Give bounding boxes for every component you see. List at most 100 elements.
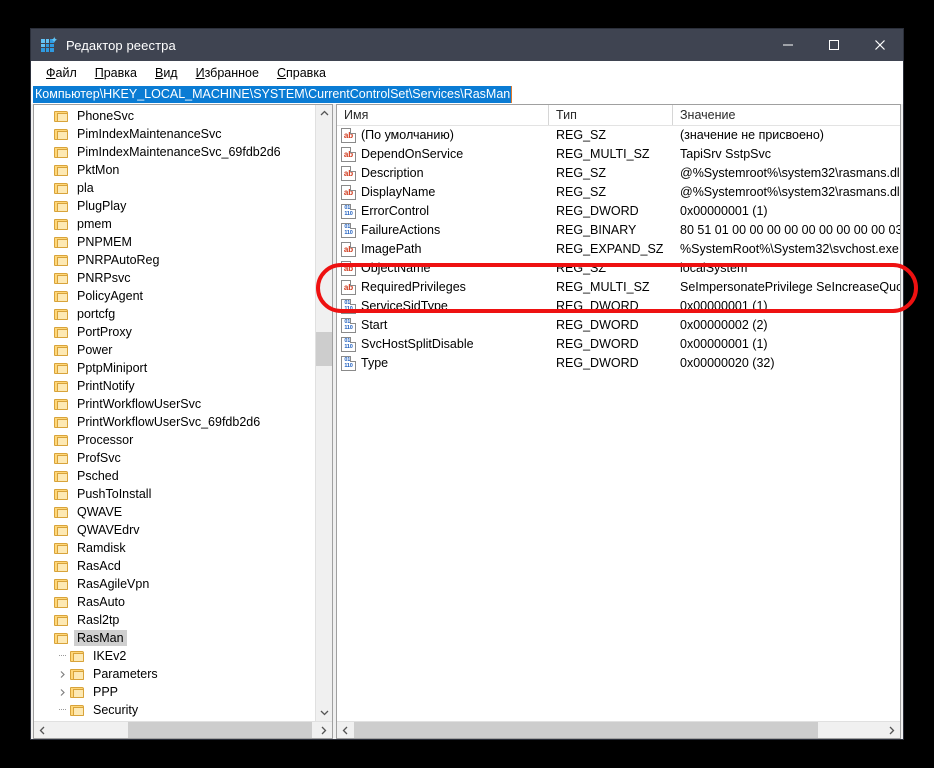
values-hscroll-thumb[interactable] [354,722,818,738]
tree-hscroll-thumb[interactable] [128,722,312,738]
menu-item-3[interactable]: Избранное [187,63,268,83]
folder-icon [54,506,69,519]
value-type-cell: REG_DWORD [549,298,673,315]
tree-item-rasman[interactable]: RasMan [34,629,315,647]
value-type-cell: REG_EXPAND_SZ [549,241,673,258]
tree-hscroll-track[interactable] [51,722,315,738]
tree-item-label: pla [74,180,97,196]
values-horizontal-scrollbar[interactable] [337,721,900,738]
tree-scroll-up-button[interactable] [316,105,332,122]
close-button[interactable] [857,29,903,61]
values-scroll-left-button[interactable] [337,722,354,738]
folder-icon [70,668,85,681]
value-row[interactable]: 011110FailureActionsREG_BINARY80 51 01 0… [337,221,900,240]
tree-horizontal-scrollbar[interactable] [34,721,332,738]
value-data-cell: 0x00000001 (1) [673,203,900,220]
column-header-name[interactable]: Имя [337,105,549,125]
tree-item-pimindexmaintenancesvc_69fdb2d6[interactable]: PimIndexMaintenanceSvc_69fdb2d6 [34,143,315,161]
folder-icon [54,488,69,501]
value-name-cell: abDependOnService [337,146,549,163]
tree-scroll-thumb[interactable] [316,332,332,366]
tree-item-printworkflowusersvc[interactable]: PrintWorkflowUserSvc [34,395,315,413]
tree-scroll-down-button[interactable] [316,704,332,721]
value-row[interactable]: abRequiredPrivilegesREG_MULTI_SZSeImpers… [337,278,900,297]
minimize-button[interactable] [765,29,811,61]
column-header-type[interactable]: Тип [549,105,673,125]
value-row[interactable]: 011110SvcHostSplitDisableREG_DWORD0x0000… [337,335,900,354]
tree-spacer [38,467,54,485]
value-row[interactable]: abDependOnServiceREG_MULTI_SZTapiSrv Sst… [337,145,900,164]
expand-arrow-icon[interactable] [54,665,70,683]
tree-item-rasagilevpn[interactable]: RasAgileVpn [34,575,315,593]
tree-item-pimindexmaintenancesvc[interactable]: PimIndexMaintenanceSvc [34,125,315,143]
menu-item-1[interactable]: Правка [86,63,146,83]
tree-item-power[interactable]: Power [34,341,315,359]
tree-scroll-track[interactable] [316,122,332,704]
tree-item-pnrpsvc[interactable]: PNRPsvc [34,269,315,287]
tree-item-rasl2tp[interactable]: Rasl2tp [34,611,315,629]
tree-spacer [38,395,54,413]
values-hscroll-track[interactable] [354,722,883,738]
tree-item-rasacd[interactable]: RasAcd [34,557,315,575]
tree-spacer [38,269,54,287]
tree-item-portcfg[interactable]: portcfg [34,305,315,323]
tree-item-rasauto[interactable]: RasAuto [34,593,315,611]
value-row[interactable]: abObjectNameREG_SZlocalSystem [337,259,900,278]
value-row[interactable]: 011110ServiceSidTypeREG_DWORD0x00000001 … [337,297,900,316]
tree-item-ikev2[interactable]: IKEv2 [34,647,315,665]
title-bar[interactable]: ✦ Редактор реестра [31,29,903,61]
address-path[interactable]: Компьютер\HKEY_LOCAL_MACHINE\SYSTEM\Curr… [33,86,512,103]
tree-item-qwavedrv[interactable]: QWAVEdrv [34,521,315,539]
tree-item-pptpminiport[interactable]: PptpMiniport [34,359,315,377]
tree-item-label: pmem [74,216,115,232]
value-row[interactable]: 011110TypeREG_DWORD0x00000020 (32) [337,354,900,373]
tree-item-psched[interactable]: Psched [34,467,315,485]
tree-item-printworkflowusersvc_69fdb2d6[interactable]: PrintWorkflowUserSvc_69fdb2d6 [34,413,315,431]
tree-item-label: PimIndexMaintenanceSvc_69fdb2d6 [74,144,284,160]
tree-item-parameters[interactable]: Parameters [34,665,315,683]
value-row[interactable]: 011110ErrorControlREG_DWORD0x00000001 (1… [337,202,900,221]
value-name-text: (По умолчанию) [361,127,454,144]
folder-icon [70,650,85,663]
value-row[interactable]: 011110StartREG_DWORD0x00000002 (2) [337,316,900,335]
tree-viewport[interactable]: PhoneSvcPimIndexMaintenanceSvcPimIndexMa… [34,105,315,721]
tree-item-phonesvc[interactable]: PhoneSvc [34,107,315,125]
maximize-button[interactable] [811,29,857,61]
tree-item-pla[interactable]: pla [34,179,315,197]
tree-scroll-right-button[interactable] [315,722,332,738]
tree-item-portproxy[interactable]: PortProxy [34,323,315,341]
tree-scroll-left-button[interactable] [34,722,51,738]
folder-icon [54,524,69,537]
menu-item-0[interactable]: Файл [37,63,86,83]
menu-item-4[interactable]: Справка [268,63,335,83]
tree-item-processor[interactable]: Processor [34,431,315,449]
registry-editor-window: ✦ Редактор реестра ФайлПравкаВидИзбранно… [30,28,904,740]
values-viewport[interactable]: ab(По умолчанию)REG_SZ(значение не присв… [337,126,900,721]
address-bar[interactable]: Компьютер\HKEY_LOCAL_MACHINE\SYSTEM\Curr… [31,85,903,104]
value-row[interactable]: abDisplayNameREG_SZ@%Systemroot%\system3… [337,183,900,202]
tree-item-profsvc[interactable]: ProfSvc [34,449,315,467]
tree-item-pktmon[interactable]: PktMon [34,161,315,179]
tree-item-qwave[interactable]: QWAVE [34,503,315,521]
tree-item-pnrpautoreg[interactable]: PNRPAutoReg [34,251,315,269]
tree-item-policyagent[interactable]: PolicyAgent [34,287,315,305]
window-controls [765,29,903,61]
tree-vertical-scrollbar[interactable] [315,105,332,721]
tree-item-pmem[interactable]: pmem [34,215,315,233]
tree-item-ramdisk[interactable]: Ramdisk [34,539,315,557]
tree-item-security[interactable]: Security [34,701,315,719]
tree-item-plugplay[interactable]: PlugPlay [34,197,315,215]
expand-arrow-icon[interactable] [54,683,70,701]
value-row[interactable]: abImagePathREG_EXPAND_SZ%SystemRoot%\Sys… [337,240,900,259]
folder-icon [54,128,69,141]
menu-item-2[interactable]: Вид [146,63,187,83]
value-name-cell: abImagePath [337,241,549,258]
tree-item-pnpmem[interactable]: PNPMEM [34,233,315,251]
column-header-value[interactable]: Значение [673,105,900,125]
tree-item-printnotify[interactable]: PrintNotify [34,377,315,395]
value-row[interactable]: abDescriptionREG_SZ@%Systemroot%\system3… [337,164,900,183]
value-row[interactable]: ab(По умолчанию)REG_SZ(значение не присв… [337,126,900,145]
values-scroll-right-button[interactable] [883,722,900,738]
tree-item-ppp[interactable]: PPP [34,683,315,701]
tree-item-pushtoinstall[interactable]: PushToInstall [34,485,315,503]
